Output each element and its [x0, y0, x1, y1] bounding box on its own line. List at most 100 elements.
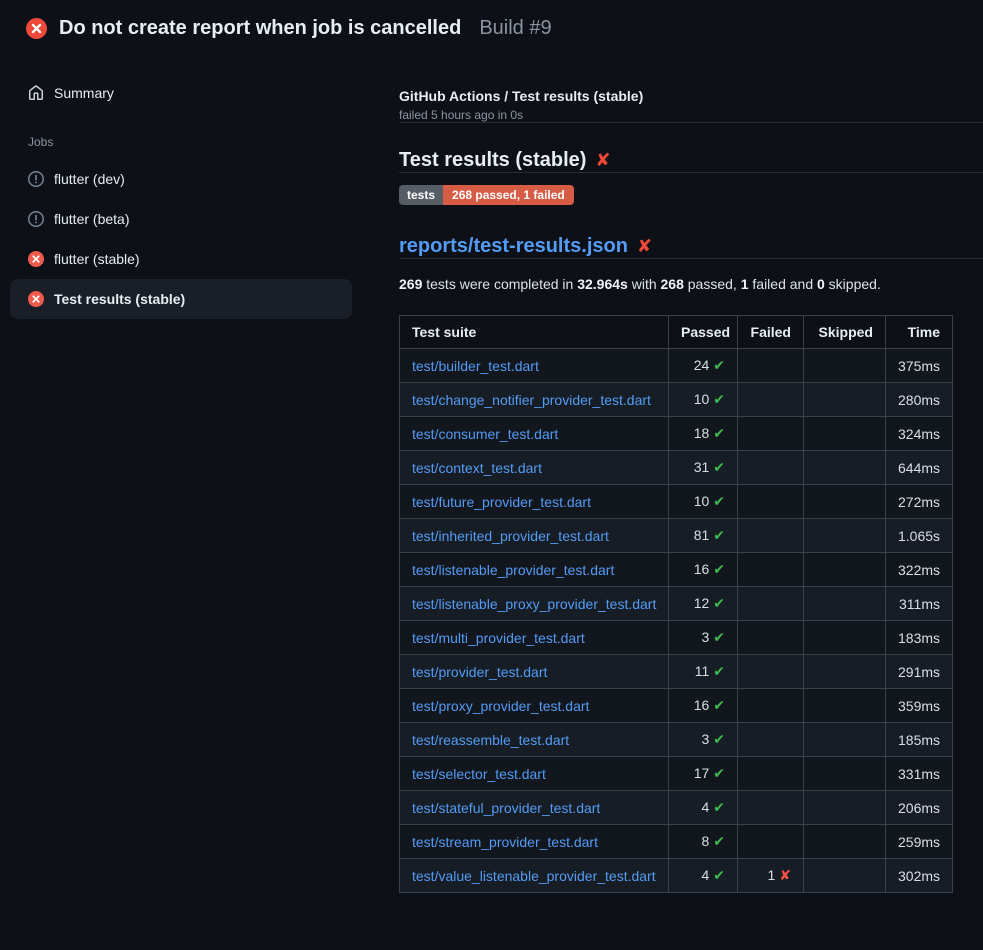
test-suite-link[interactable]: test/context_test.dart — [412, 460, 542, 476]
results-table: Test suite Passed Failed Skipped Time te… — [399, 315, 953, 893]
check-icon: ✔ — [713, 392, 725, 408]
skipped-cell — [804, 383, 886, 417]
sidebar-job-label: flutter (beta) — [54, 211, 129, 227]
home-icon — [28, 85, 44, 101]
table-row: test/listenable_proxy_provider_test.dart… — [400, 587, 953, 621]
check-icon: ✔ — [713, 460, 725, 476]
main-content: GitHub Actions / Test results (stable) f… — [368, 56, 983, 893]
col-skipped: Skipped — [804, 316, 886, 349]
test-suite-link[interactable]: test/multi_provider_test.dart — [412, 630, 585, 646]
passed-cell: 31✔ — [669, 451, 738, 485]
build-number: Build #9 — [479, 17, 551, 40]
check-icon: ✔ — [713, 562, 725, 578]
passed-cell: 10✔ — [669, 383, 738, 417]
sidebar-job-label: Test results (stable) — [54, 291, 185, 307]
test-suite-link[interactable]: test/consumer_test.dart — [412, 426, 558, 442]
results-table-body: test/builder_test.dart 24✔ 375ms test/ch… — [400, 349, 953, 893]
table-row: test/multi_provider_test.dart 3✔ 183ms — [400, 621, 953, 655]
passed-cell: 12✔ — [669, 587, 738, 621]
badge-label: tests — [399, 185, 443, 205]
failed-cell — [738, 587, 804, 621]
test-suite-link[interactable]: test/stateful_provider_test.dart — [412, 800, 600, 816]
skipped-cell — [804, 689, 886, 723]
test-suite-link[interactable]: test/provider_test.dart — [412, 664, 547, 680]
passed-cell: 3✔ — [669, 621, 738, 655]
sidebar-job-item[interactable]: flutter (beta) — [10, 199, 352, 239]
time-cell: 322ms — [886, 553, 953, 587]
skipped-cell — [804, 451, 886, 485]
run-meta: failed 5 hours ago in 0s — [399, 108, 983, 122]
cross-icon: ✘ — [779, 868, 791, 884]
col-time: Time — [886, 316, 953, 349]
skipped-cell — [804, 859, 886, 893]
time-cell: 331ms — [886, 757, 953, 791]
failed-cell — [738, 349, 804, 383]
check-icon: ✔ — [713, 868, 725, 884]
test-suite-link[interactable]: test/selector_test.dart — [412, 766, 546, 782]
passed-cell: 18✔ — [669, 417, 738, 451]
neutral-status-icon — [28, 171, 44, 187]
time-cell: 291ms — [886, 655, 953, 689]
check-icon: ✔ — [713, 800, 725, 816]
sidebar-job-label: flutter (dev) — [54, 171, 125, 187]
x-circle-fill-icon — [26, 18, 47, 39]
table-row: test/stateful_provider_test.dart 4✔ 206m… — [400, 791, 953, 825]
check-icon: ✔ — [713, 596, 725, 612]
test-suite-link[interactable]: test/listenable_provider_test.dart — [412, 562, 614, 578]
skipped-cell — [804, 757, 886, 791]
time-cell: 311ms — [886, 587, 953, 621]
failed-cell — [738, 757, 804, 791]
passed-cell: 16✔ — [669, 553, 738, 587]
sidebar-job-item[interactable]: flutter (dev) — [10, 159, 352, 199]
failed-cell — [738, 825, 804, 859]
test-suite-link[interactable]: test/listenable_proxy_provider_test.dart — [412, 596, 656, 612]
check-icon: ✔ — [713, 766, 725, 782]
table-row: test/value_listenable_provider_test.dart… — [400, 859, 953, 893]
failed-cell — [738, 791, 804, 825]
failed-status-icon — [28, 251, 44, 267]
time-cell: 206ms — [886, 791, 953, 825]
failed-cell — [738, 519, 804, 553]
test-suite-link[interactable]: test/future_provider_test.dart — [412, 494, 591, 510]
failed-cell — [738, 553, 804, 587]
check-icon: ✔ — [713, 426, 725, 442]
sidebar-job-item[interactable]: flutter (stable) — [10, 239, 352, 279]
test-suite-link[interactable]: test/builder_test.dart — [412, 358, 539, 374]
report-file-link[interactable]: reports/test-results.json — [399, 235, 628, 257]
skipped-cell — [804, 655, 886, 689]
skipped-cell — [804, 417, 886, 451]
failed-x-icon: ✘ — [595, 150, 610, 171]
skipped-cell — [804, 587, 886, 621]
table-header-row: Test suite Passed Failed Skipped Time — [400, 316, 953, 349]
badge-value: 268 passed, 1 failed — [443, 185, 574, 205]
failed-cell — [738, 689, 804, 723]
test-suite-link[interactable]: test/change_notifier_provider_test.dart — [412, 392, 651, 408]
sidebar-jobs: flutter (dev) flutter (beta) flutter (st… — [10, 159, 352, 319]
test-suite-link[interactable]: test/stream_provider_test.dart — [412, 834, 598, 850]
table-row: test/proxy_provider_test.dart 16✔ 359ms — [400, 689, 953, 723]
skipped-cell — [804, 519, 886, 553]
table-row: test/context_test.dart 31✔ 644ms — [400, 451, 953, 485]
test-suite-link[interactable]: test/inherited_provider_test.dart — [412, 528, 609, 544]
section-divider — [399, 258, 983, 259]
time-cell: 359ms — [886, 689, 953, 723]
failed-cell — [738, 655, 804, 689]
test-suite-link[interactable]: test/reassemble_test.dart — [412, 732, 569, 748]
jobs-section-label: Jobs — [10, 135, 352, 149]
sidebar-item-summary[interactable]: Summary — [10, 73, 352, 113]
table-row: test/reassemble_test.dart 3✔ 185ms — [400, 723, 953, 757]
sidebar-job-item[interactable]: Test results (stable) — [10, 279, 352, 319]
col-passed: Passed — [669, 316, 738, 349]
time-cell: 272ms — [886, 485, 953, 519]
passed-cell: 81✔ — [669, 519, 738, 553]
failed-cell — [738, 485, 804, 519]
test-suite-link[interactable]: test/proxy_provider_test.dart — [412, 698, 589, 714]
breadcrumb: GitHub Actions / Test results (stable) — [399, 88, 983, 104]
skipped-cell — [804, 723, 886, 757]
time-cell: 302ms — [886, 859, 953, 893]
section-divider — [399, 172, 983, 173]
table-row: test/change_notifier_provider_test.dart … — [400, 383, 953, 417]
failed-x-icon: ✘ — [637, 236, 652, 257]
time-cell: 183ms — [886, 621, 953, 655]
test-suite-link[interactable]: test/value_listenable_provider_test.dart — [412, 868, 656, 884]
